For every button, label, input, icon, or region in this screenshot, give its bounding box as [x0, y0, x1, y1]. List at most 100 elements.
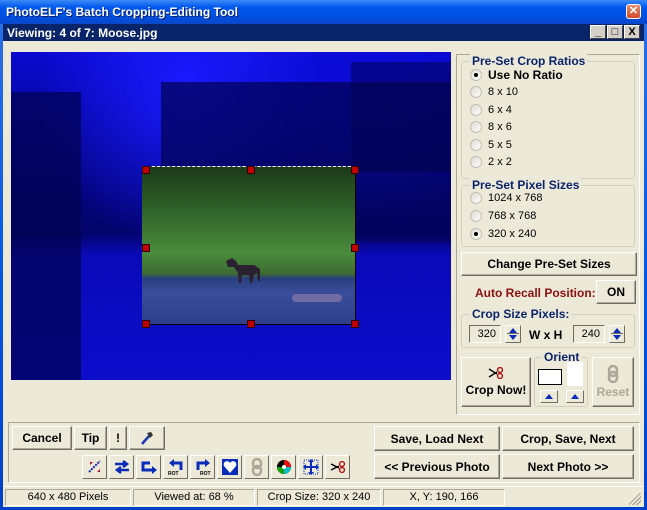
crop-width-spinner[interactable]: [505, 325, 521, 343]
crop-size-group: Crop Size Pixels: 320 W x H 240: [461, 307, 635, 348]
landscape-up-button[interactable]: [540, 390, 558, 403]
app-close-button[interactable]: ✕: [626, 4, 641, 19]
heart-frame-button[interactable]: [217, 455, 242, 479]
crop-handle-e[interactable]: [351, 244, 359, 252]
ratio-option-8x10[interactable]: 8 x 10: [470, 84, 518, 100]
minimize-icon: _: [594, 26, 602, 38]
hammer-icon: [141, 432, 153, 445]
ratio-option-6x4[interactable]: 6 x 4: [470, 102, 512, 118]
crop-now-label: Crop Now!: [465, 383, 527, 397]
radio-icon: [470, 121, 482, 133]
scissors-icon: [330, 460, 345, 474]
photo-viewer[interactable]: [11, 52, 451, 380]
app-title: PhotoELF's Batch Cropping-Editing Tool: [6, 5, 238, 19]
exclaim-button[interactable]: !: [109, 426, 127, 450]
reset-button[interactable]: Reset: [592, 357, 634, 407]
maximize-button[interactable]: □: [607, 25, 623, 39]
radio-label: 8 x 10: [488, 86, 518, 98]
tip-button[interactable]: Tip: [74, 426, 107, 450]
crop-handle-nw[interactable]: [142, 166, 150, 174]
status-zoom: Viewed at: 68 %: [133, 489, 255, 506]
redo-arrow-icon: [141, 461, 157, 474]
crop-handle-sw[interactable]: [142, 320, 150, 328]
crop-height-spinner[interactable]: [609, 325, 625, 343]
radio-label: 6 x 4: [488, 104, 512, 116]
radio-selected-icon: [470, 228, 482, 240]
radio-label: 768 x 768: [488, 210, 537, 222]
size-option-1024x768[interactable]: 1024 x 768: [470, 190, 542, 206]
auto-recall-label: Auto Recall Position:: [475, 286, 596, 300]
radio-icon: [470, 192, 482, 204]
auto-recall-toggle[interactable]: ON: [596, 280, 636, 304]
status-crop-size: Crop Size: 320 x 240: [257, 489, 381, 506]
app-title-bar[interactable]: PhotoELF's Batch Cropping-Editing Tool ✕: [0, 0, 647, 24]
status-cursor: X, Y: 190, 166: [383, 489, 505, 506]
crop-save-next-button[interactable]: Crop, Save, Next: [502, 426, 634, 451]
rotate-left-button[interactable]: ROT: [163, 455, 188, 479]
viewer-close-button[interactable]: X: [624, 25, 640, 39]
portrait-orientation[interactable]: [567, 362, 583, 386]
svg-text:ROT: ROT: [200, 471, 211, 476]
cancel-button[interactable]: Cancel: [12, 426, 72, 450]
status-bar: 640 x 480 Pixels Viewed at: 68 % Crop Si…: [3, 486, 644, 507]
change-presets-button[interactable]: Change Pre-Set Sizes: [461, 252, 637, 276]
ratio-option-2x2[interactable]: 2 x 2: [470, 154, 512, 170]
moose-image: [226, 258, 260, 283]
crop-handle-n[interactable]: [247, 166, 255, 174]
reset-label: Reset: [596, 385, 630, 399]
radio-selected-icon: [470, 69, 482, 81]
heart-frame-icon: [221, 459, 238, 475]
crop-handle-s[interactable]: [247, 320, 255, 328]
crop-size-title: Crop Size Pixels:: [470, 307, 572, 321]
close-icon: X: [628, 26, 636, 38]
color-wheel-icon: [276, 460, 291, 474]
redo-button[interactable]: [136, 455, 161, 479]
swap-diagonal-button[interactable]: [82, 455, 107, 479]
tree-shadow: [11, 92, 81, 380]
flip-horizontal-button[interactable]: [109, 455, 134, 479]
control-panel: Pre-Set Crop Ratios Use No Ratio 8 x 10 …: [456, 54, 640, 415]
next-photo-button[interactable]: Next Photo >>: [502, 454, 634, 479]
resize-grip[interactable]: [629, 493, 641, 505]
link-icon: [251, 458, 262, 476]
crop-ratios-title: Pre-Set Crop Ratios: [470, 54, 588, 68]
rotate-right-button[interactable]: ROT: [190, 455, 215, 479]
move-crop-button[interactable]: [298, 455, 323, 479]
radio-icon: [470, 86, 482, 98]
forest-shadow: [351, 62, 451, 242]
crop-width-field[interactable]: 320: [469, 325, 501, 343]
portrait-up-button[interactable]: [566, 390, 584, 403]
radio-icon: [470, 156, 482, 168]
viewer-title-bar[interactable]: Viewing: 4 of 7: Moose.jpg _ □ X: [3, 24, 644, 41]
crop-handle-ne[interactable]: [351, 166, 359, 174]
radio-label: 8 x 6: [488, 121, 512, 133]
status-dimensions: 640 x 480 Pixels: [5, 489, 131, 506]
crop-handle-w[interactable]: [142, 244, 150, 252]
ratio-option-8x6[interactable]: 8 x 6: [470, 119, 512, 135]
crop-now-button[interactable]: Crop Now!: [461, 357, 531, 407]
bottom-toolbar: Cancel Tip ! ROT ROT Save, Load Next Cro…: [8, 422, 640, 483]
link-button[interactable]: [244, 455, 269, 479]
crop-height-field[interactable]: 240: [573, 325, 605, 343]
app-window: PhotoELF's Batch Cropping-Editing Tool ✕…: [0, 0, 647, 510]
landscape-orientation[interactable]: [538, 369, 562, 385]
crop-selection[interactable]: [142, 166, 356, 325]
size-option-320x240[interactable]: 320 x 240: [470, 226, 536, 242]
tools-button[interactable]: [129, 426, 165, 450]
viewer-title: Viewing: 4 of 7: Moose.jpg: [7, 26, 158, 40]
minimize-button[interactable]: _: [590, 25, 606, 39]
move-crop-icon: [302, 459, 319, 475]
link-icon: [607, 365, 619, 383]
save-load-next-button[interactable]: Save, Load Next: [374, 426, 500, 451]
size-option-768x768[interactable]: 768 x 768: [470, 208, 536, 224]
maximize-icon: □: [611, 26, 619, 38]
ratio-option-5x5[interactable]: 5 x 5: [470, 137, 512, 153]
color-wheel-button[interactable]: [271, 455, 296, 479]
crop-handle-se[interactable]: [351, 320, 359, 328]
flip-horizontal-icon: [114, 460, 129, 474]
radio-label: 1024 x 768: [488, 192, 543, 204]
ratio-option-none[interactable]: Use No Ratio: [470, 67, 563, 83]
radio-label: Use No Ratio: [488, 68, 563, 82]
previous-photo-button[interactable]: << Previous Photo: [374, 454, 500, 479]
scissors-button[interactable]: [325, 455, 350, 479]
